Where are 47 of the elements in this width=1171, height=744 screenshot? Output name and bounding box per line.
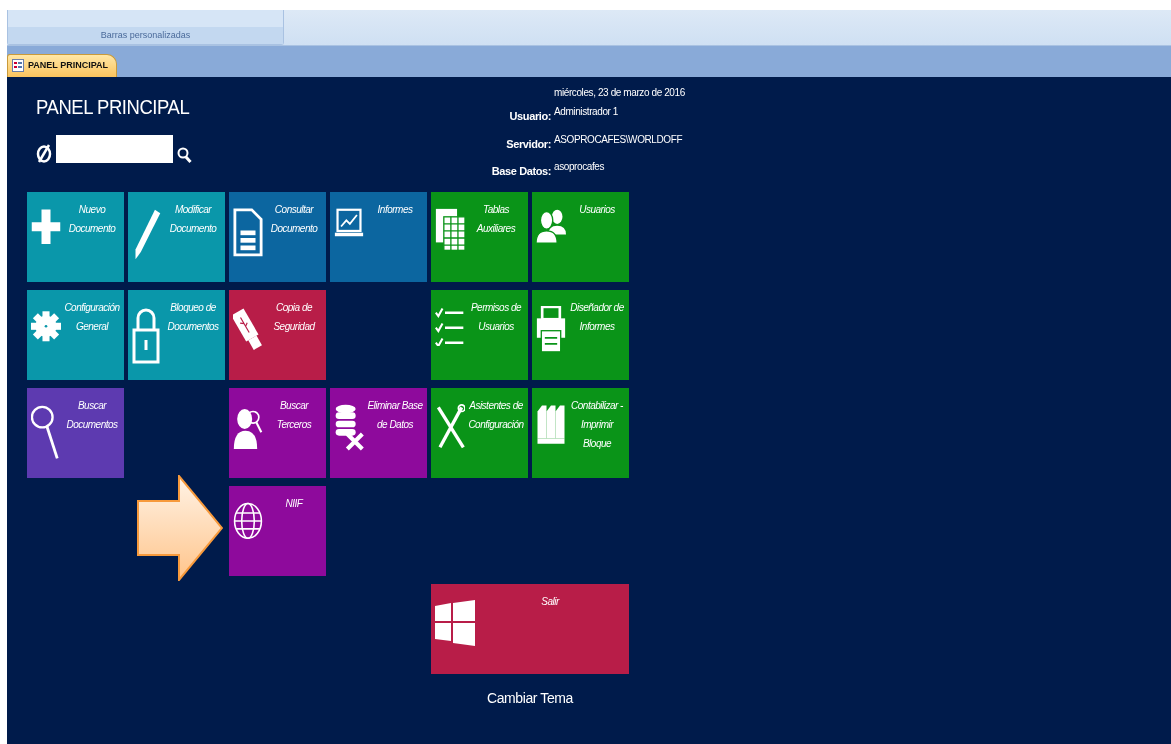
info-label: Usuario: [508,109,551,124]
search-icon[interactable] [177,146,192,163]
menu-tile[interactable]: Informes [330,192,427,282]
clear-filter-icon[interactable] [36,142,52,163]
spreadsheet-icon [435,208,465,251]
menu-tile[interactable]: Usuarios [532,192,629,282]
document-tab[interactable]: PANEL PRINCIPAL [7,53,117,77]
date-text: miércoles, 23 de marzo de 2016 [554,86,685,100]
globe-icon [233,502,263,540]
info-label: Servidor: [505,136,551,152]
windows-logo-icon [435,600,475,646]
laptop-chart-icon [334,208,364,238]
menu-tile[interactable]: Modificar Documento [128,192,225,282]
ribbon-group-label: Barras personalizadas [8,26,283,44]
panel-title: PANEL PRINCIPAL [36,94,190,120]
menu-tile[interactable]: Nuevo Documento [27,192,124,282]
plus-icon [31,208,61,246]
checklist-icon [435,306,465,346]
menu-tile[interactable]: Buscar Documentos [27,388,124,478]
magnifier-icon [31,404,61,461]
menu-tile[interactable]: Salir [431,584,629,674]
menu-tile[interactable]: Asistentes de Configuración [431,388,528,478]
menu-tile[interactable]: Consultar Documento [229,192,326,282]
info-value: asoprocafes [554,160,605,174]
menu-tile[interactable]: Configuración General [27,290,124,380]
users-icon [536,208,566,244]
change-theme-link[interactable]: Cambiar Tema [487,690,573,706]
info-label: Base Datos: [490,164,551,179]
info-value: ASOPROCAFES\WORLDOFF [554,132,683,147]
printer-icon [536,306,566,354]
document-icon [233,208,263,257]
info-value: Administrador 1 [554,105,619,119]
binders-icon [536,404,566,445]
menu-tile[interactable]: NIIF [229,486,326,576]
menu-tile[interactable]: Bloqueo de Documentos [128,290,225,380]
database-delete-icon [334,404,364,451]
menu-tile[interactable]: Tablas Auxiliares [431,192,528,282]
menu-tile[interactable]: Eliminar Base de Datos [330,388,427,478]
form-icon [12,58,24,72]
menu-tile[interactable]: Permisos de Usuarios [431,290,528,380]
menu-tile[interactable]: Contabilizar - Imprimir Bloque [532,388,629,478]
padlock-icon [132,306,160,364]
menu-tile[interactable]: Diseñador de Informes [532,290,629,380]
menu-tile[interactable]: Copia de Seguridad [229,290,326,380]
tools-icon [435,404,465,451]
menu-tile[interactable]: Buscar Terceros [229,388,326,478]
search-field[interactable] [56,134,173,163]
